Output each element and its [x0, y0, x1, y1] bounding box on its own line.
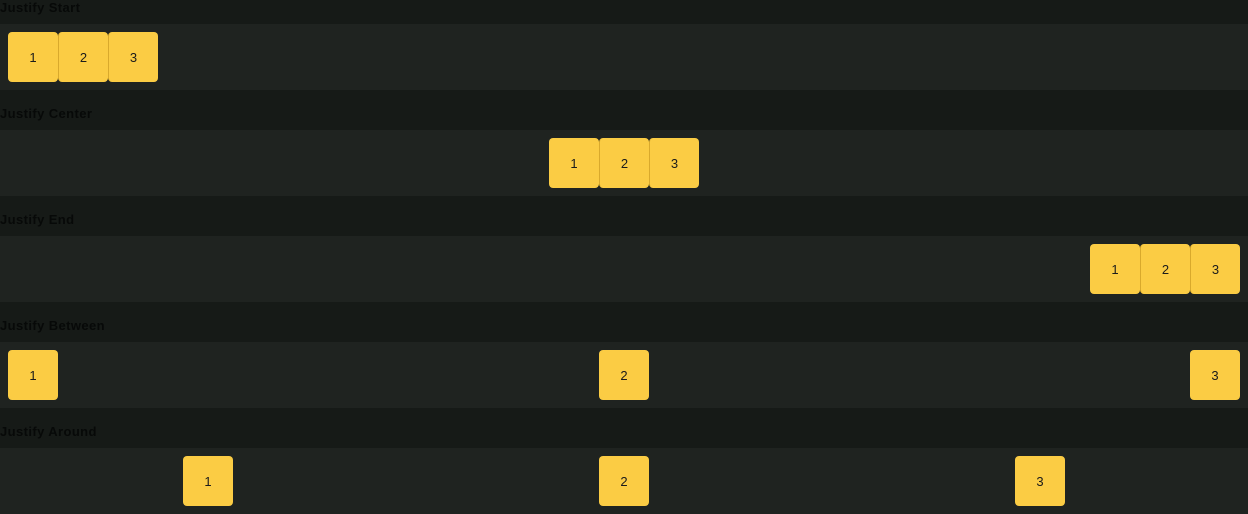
flex-item: 2	[599, 456, 649, 506]
flex-item: 1	[549, 138, 599, 188]
section-label: Justify Center	[0, 106, 93, 121]
flex-item: 3	[1190, 244, 1240, 294]
flex-item: 1	[8, 32, 58, 82]
section-label: Justify End	[0, 212, 75, 227]
justify-between-row: 1 2 3	[0, 342, 1248, 408]
flex-justify-demo: Justify Start 1 2 3 Justify Center 1 2 3…	[0, 0, 1248, 514]
section-justify-start: Justify Start 1 2 3	[0, 0, 1248, 106]
flex-item: 3	[1190, 350, 1240, 400]
justify-around-row: 1 2 3	[0, 448, 1248, 514]
flex-item: 1	[8, 350, 58, 400]
flex-item: 2	[58, 32, 108, 82]
flex-item: 3	[649, 138, 699, 188]
flex-item: 1	[183, 456, 233, 506]
flex-item: 3	[108, 32, 158, 82]
section-justify-around: Justify Around 1 2 3	[0, 424, 1248, 514]
section-justify-end: Justify End 1 2 3	[0, 212, 1248, 318]
flex-item: 2	[1140, 244, 1190, 294]
flex-item: 2	[599, 138, 649, 188]
section-justify-center: Justify Center 1 2 3	[0, 106, 1248, 212]
justify-start-row: 1 2 3	[0, 24, 1248, 90]
section-justify-between: Justify Between 1 2 3	[0, 318, 1248, 424]
justify-end-row: 1 2 3	[0, 236, 1248, 302]
justify-center-row: 1 2 3	[0, 130, 1248, 196]
flex-item: 2	[599, 350, 649, 400]
section-label: Justify Around	[0, 424, 97, 439]
flex-item: 3	[1015, 456, 1065, 506]
section-label: Justify Start	[0, 0, 81, 15]
section-label: Justify Between	[0, 318, 105, 333]
flex-item: 1	[1090, 244, 1140, 294]
